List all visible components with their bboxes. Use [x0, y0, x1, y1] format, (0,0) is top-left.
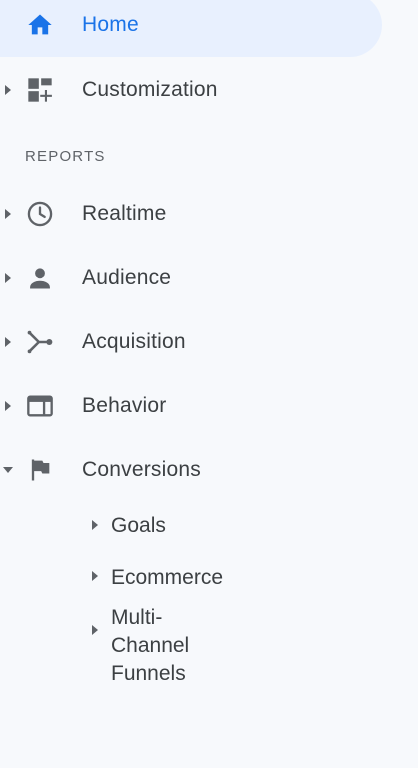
caret-right-icon[interactable]: [5, 85, 11, 95]
caret-right-icon[interactable]: [5, 273, 11, 283]
nav-item-behavior[interactable]: Behavior: [0, 374, 382, 438]
sub-item-ecommerce-label: Ecommerce: [111, 566, 224, 589]
caret-right-icon[interactable]: [92, 625, 98, 635]
caret-right-icon[interactable]: [92, 571, 98, 581]
caret-right-icon[interactable]: [5, 401, 11, 411]
nav-item-audience[interactable]: Audience: [0, 246, 382, 310]
nav-item-behavior-label: Behavior: [82, 394, 167, 417]
caret-right-icon[interactable]: [5, 337, 11, 347]
flag-icon: [26, 456, 54, 484]
caret-right-icon[interactable]: [92, 520, 98, 530]
reports-section-header: REPORTS: [25, 148, 106, 165]
dashboard-add-icon: [26, 76, 54, 104]
web-layout-icon: [26, 392, 54, 420]
nav-item-audience-label: Audience: [82, 266, 172, 289]
nav-item-conversions[interactable]: Conversions: [0, 438, 382, 502]
home-icon: [26, 11, 54, 39]
nav-item-acquisition-label: Acquisition: [82, 330, 186, 353]
nav-item-realtime[interactable]: Realtime: [0, 182, 382, 246]
nav-item-customization-label: Customization: [82, 78, 218, 101]
nav-item-realtime-label: Realtime: [82, 202, 167, 225]
nav-item-customization[interactable]: Customization: [0, 58, 382, 122]
clock-icon: [26, 200, 54, 228]
sub-item-goals-label: Goals: [111, 514, 166, 537]
merge-icon: [26, 328, 54, 356]
person-icon: [26, 264, 54, 292]
nav-item-acquisition[interactable]: Acquisition: [0, 310, 382, 374]
sub-item-multi-channel-funnels-label: Multi-Channel Funnels: [111, 606, 190, 685]
nav-item-home[interactable]: Home: [0, 0, 382, 57]
caret-right-icon[interactable]: [5, 209, 11, 219]
nav-item-conversions-label: Conversions: [82, 458, 201, 481]
caret-down-icon[interactable]: [3, 467, 13, 473]
nav-item-home-label: Home: [82, 13, 139, 36]
left-navigation: Home Customization REPORTS Realtime Audi…: [0, 0, 418, 768]
